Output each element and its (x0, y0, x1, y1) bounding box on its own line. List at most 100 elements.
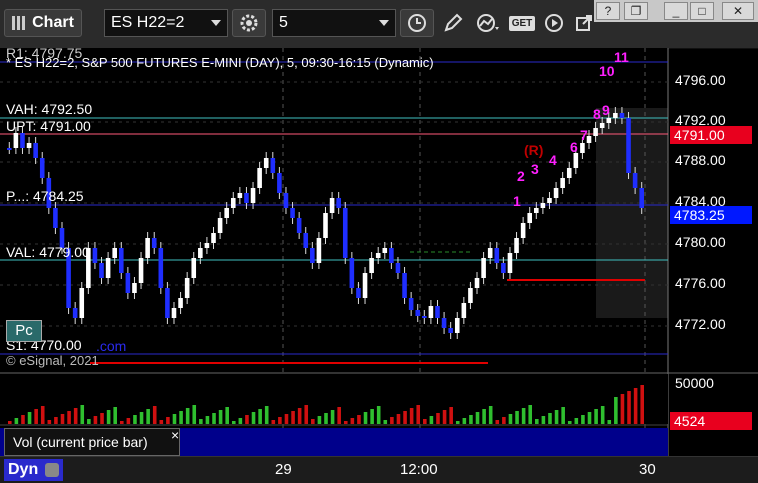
volume-bar (304, 405, 309, 424)
volume-tick: 50000 (675, 375, 714, 391)
pc-button[interactable]: Pc (6, 320, 42, 342)
symbol-input[interactable]: ES H22=2 (104, 9, 228, 37)
candle (573, 153, 579, 168)
sequence-count-label: 11 (614, 49, 629, 65)
volume-bar (159, 420, 164, 424)
chevron-down-icon[interactable] (211, 20, 221, 26)
candle (402, 273, 407, 298)
volume-bar (600, 406, 605, 424)
candle (132, 283, 137, 293)
candle (191, 258, 197, 278)
grid-icon (12, 16, 27, 30)
sequence-count-label: 2 (517, 168, 525, 184)
window-controls: ? ❐ _ □ ✕ (594, 0, 758, 22)
volume-bar (541, 416, 546, 424)
candle (323, 213, 328, 238)
volume-bar (640, 385, 644, 424)
candle (527, 213, 533, 223)
volume-bar (488, 406, 493, 424)
volume-bar (574, 418, 579, 424)
help-button[interactable]: ? (596, 2, 620, 20)
volume-bar (350, 418, 355, 424)
volume-bar (113, 407, 117, 424)
candle (435, 306, 440, 318)
candle (303, 233, 309, 248)
volume-bar (436, 413, 440, 424)
interval-value: 5 (279, 14, 288, 31)
volume-bar (126, 418, 131, 424)
vah-label: VAH: 4792.50 (6, 101, 93, 117)
volume-bar (34, 409, 38, 424)
play-button[interactable] (540, 9, 568, 37)
minimize-button[interactable]: _ (664, 2, 688, 20)
clock-button[interactable] (400, 9, 434, 37)
volume-bar (324, 413, 328, 424)
volume-bar (455, 421, 460, 424)
volume-bar (264, 406, 269, 424)
volume-bar (192, 405, 197, 424)
volume-bar (172, 414, 177, 424)
dynamic-button[interactable]: Dyn (4, 459, 63, 481)
volume-bar (106, 410, 111, 424)
candle (619, 113, 625, 118)
restore-layout-button[interactable]: ❐ (624, 2, 648, 20)
candle (145, 238, 150, 258)
candle (316, 238, 322, 263)
volume-bar (376, 406, 381, 424)
pivot-label: P...: 4784.25 (6, 188, 84, 204)
draw-button[interactable] (438, 9, 468, 37)
price-tick: 4788.00 (675, 152, 726, 168)
chevron-down-icon[interactable] (379, 20, 389, 26)
volume-bar (291, 411, 295, 424)
volume-box: 4524 (670, 412, 752, 430)
price-tick: 4772.00 (675, 316, 726, 332)
sequence-count-label: 9 (602, 102, 610, 118)
volume-bar (429, 416, 434, 424)
volume-bar (554, 410, 559, 424)
volume-bar (502, 417, 506, 424)
volume-bar (561, 407, 565, 424)
chart-area[interactable]: 1 2 3 4 6 7 8 9 10 11 (R) R1: 4797.75 * ES H22=2, … (0, 45, 758, 458)
candle (277, 173, 282, 193)
price-tick: 4796.00 (675, 72, 726, 88)
chart-menu-button[interactable]: Chart (4, 9, 82, 37)
volume-bar (14, 418, 19, 424)
volume-bar (251, 412, 256, 424)
export-icon (576, 15, 592, 31)
volume-bar (521, 408, 526, 424)
candle (336, 198, 341, 208)
volume-bar (47, 420, 52, 424)
sequence-count-label: 4 (549, 152, 557, 168)
volume-bar (581, 415, 585, 424)
time-label: 29 (275, 461, 292, 478)
candle (454, 318, 460, 333)
symbol-value: ES H22=2 (111, 14, 185, 31)
interval-input[interactable]: 5 (272, 9, 396, 37)
candle (553, 188, 559, 198)
volume-bar (383, 420, 388, 424)
play-icon (545, 14, 563, 32)
volume-bar (548, 413, 552, 424)
export-button[interactable] (572, 9, 596, 37)
volume-bar (205, 416, 210, 424)
close-button[interactable]: ✕ (722, 2, 754, 20)
candle (53, 208, 58, 228)
candle (422, 316, 427, 318)
volume-study-label[interactable]: Vol (current price bar) (4, 428, 180, 456)
candle (151, 238, 157, 248)
volume-bar (403, 411, 407, 424)
candle (626, 118, 631, 173)
gear-button[interactable] (232, 9, 266, 37)
price-chart[interactable]: 1 2 34678 9 1011 (R) (0, 48, 758, 458)
candle (606, 118, 612, 123)
chart-title: * ES H22=2, S&P 500 FUTURES E-MINI (DAY)… (6, 55, 434, 70)
candle (296, 218, 302, 233)
maximize-button[interactable]: □ (690, 2, 714, 20)
volume-bar (199, 419, 203, 424)
candle (389, 248, 394, 263)
close-icon[interactable]: × (171, 427, 179, 443)
get-button[interactable]: GET (506, 9, 538, 37)
indicator-button[interactable] (472, 9, 504, 37)
volume-bar (133, 415, 137, 424)
candle (204, 243, 210, 248)
